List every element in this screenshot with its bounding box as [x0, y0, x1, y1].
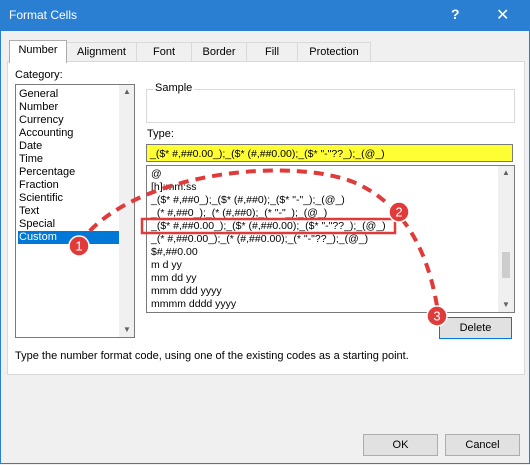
step-badge-3: 3 — [426, 305, 448, 327]
highlight-box — [140, 217, 397, 235]
svg-text:3: 3 — [433, 309, 440, 324]
step-badge-1: 1 — [68, 235, 90, 257]
dashed-arc — [77, 168, 440, 313]
annotation-overlay: 1 2 3 — [68, 168, 448, 327]
step-badge-2: 2 — [388, 201, 410, 223]
svg-text:1: 1 — [75, 239, 82, 254]
svg-text:2: 2 — [395, 205, 402, 220]
tab-number[interactable]: Number — [9, 40, 67, 63]
